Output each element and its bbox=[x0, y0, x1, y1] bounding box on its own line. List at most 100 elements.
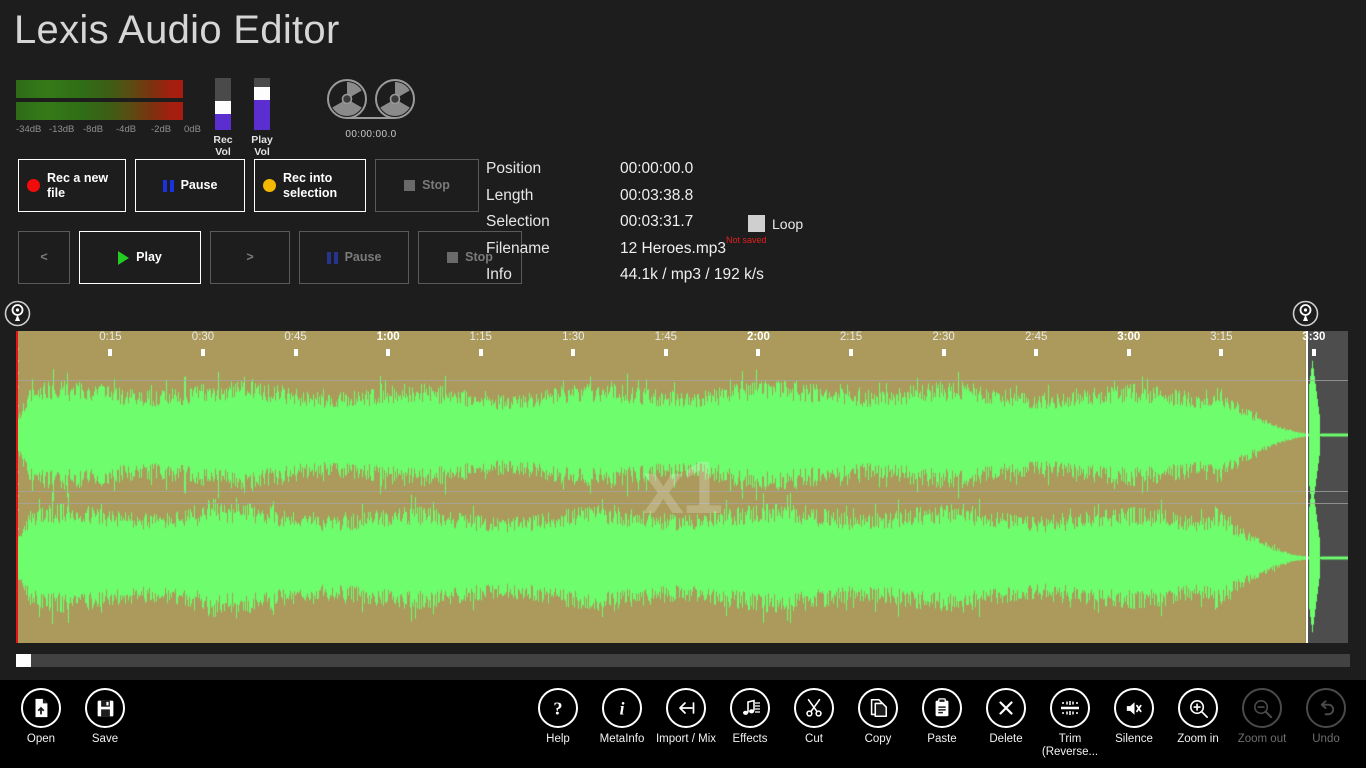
cut-button[interactable]: Cut bbox=[777, 688, 851, 746]
level-meter-bar-right bbox=[16, 102, 183, 120]
ruler-tick bbox=[201, 349, 205, 356]
ruler-tick bbox=[756, 349, 760, 356]
silence-button[interactable]: Silence bbox=[1097, 688, 1171, 746]
rec-new-file-button[interactable]: Rec a new file bbox=[18, 159, 126, 212]
ruler-tick bbox=[1127, 349, 1131, 356]
page-title: Lexis Audio Editor bbox=[14, 8, 340, 52]
zoom-in-button[interactable]: Zoom in bbox=[1161, 688, 1235, 746]
info-value: 00:00:00.0 bbox=[620, 160, 693, 178]
play-vol-fill bbox=[254, 100, 270, 130]
info-row: Position00:00:00.0 bbox=[486, 160, 764, 187]
open-button[interactable]: Open bbox=[4, 688, 78, 746]
ruler-label: 0:45 bbox=[284, 331, 306, 343]
rec-stop-button-label: Stop bbox=[422, 178, 450, 192]
ruler-tick bbox=[849, 349, 853, 356]
delete-button[interactable]: Delete bbox=[969, 688, 1043, 746]
play-pause-button[interactable]: Pause bbox=[299, 231, 409, 284]
open-button-label: Open bbox=[4, 733, 78, 746]
x-cross-icon bbox=[986, 688, 1026, 728]
tape-reels: 00:00:00.0 bbox=[325, 78, 417, 140]
play-vol-track[interactable] bbox=[254, 78, 270, 130]
time-ruler[interactable]: 0:150:300:451:001:151:301:452:002:152:30… bbox=[16, 331, 1348, 349]
info-row: Info44.1k / mp3 / 192 k/s bbox=[486, 266, 764, 293]
ruler-tick bbox=[386, 349, 390, 356]
rec-vol[interactable]: Rec Vol bbox=[212, 78, 234, 158]
ruler-tick bbox=[294, 349, 298, 356]
info-key: Filename bbox=[486, 240, 620, 258]
info-row: Filename12 Heroes.mp3Not saved bbox=[486, 240, 764, 267]
ruler-tick bbox=[479, 349, 483, 356]
info-key: Selection bbox=[486, 213, 620, 231]
loop-checkbox[interactable] bbox=[748, 215, 765, 232]
play-vol-thumb[interactable] bbox=[254, 87, 270, 100]
trim-bar-icon bbox=[1050, 688, 1090, 728]
svg-text:?: ? bbox=[553, 698, 562, 718]
question-mark-icon: ? bbox=[538, 688, 578, 728]
playhead-cursor[interactable] bbox=[16, 331, 18, 643]
ruler-label: 1:45 bbox=[655, 331, 677, 343]
ruler-tick bbox=[108, 349, 112, 356]
waveform-canvas[interactable]: x1 0:150:300:451:001:151:301:452:002:152… bbox=[16, 331, 1348, 643]
import-mix-button-label: Import / Mix bbox=[649, 733, 723, 746]
copy-button[interactable]: Copy bbox=[841, 688, 915, 746]
prev-button-label: < bbox=[40, 250, 47, 264]
play-triangle-icon bbox=[118, 251, 129, 265]
info-row: Selection00:03:31.7 bbox=[486, 213, 764, 240]
info-value: 00:03:38.8 bbox=[620, 187, 693, 205]
import-mix-button[interactable]: Import / Mix bbox=[649, 688, 723, 746]
play-button[interactable]: Play bbox=[79, 231, 201, 284]
rec-stop-button[interactable]: Stop bbox=[375, 159, 479, 212]
ruler-label: 2:00 bbox=[747, 331, 770, 343]
tape-reel-icon bbox=[325, 78, 417, 122]
zoom-out-button[interactable]: Zoom out bbox=[1225, 688, 1299, 746]
play-vol-label: Play Vol bbox=[251, 134, 273, 158]
ruler-tick bbox=[942, 349, 946, 356]
rec-vol-track[interactable] bbox=[215, 78, 231, 130]
info-row: Length00:03:38.8 bbox=[486, 187, 764, 214]
prev-button[interactable]: < bbox=[18, 231, 70, 284]
selection-end-cursor[interactable] bbox=[1306, 331, 1308, 643]
trim-button[interactable]: Trim(Reverse... bbox=[1033, 688, 1107, 759]
zoom-in-button-label: Zoom in bbox=[1161, 733, 1235, 746]
ruler-label: 1:00 bbox=[377, 331, 400, 343]
loop-toggle[interactable]: Loop bbox=[748, 215, 803, 232]
ruler-label: 0:15 bbox=[99, 331, 121, 343]
rec-into-selection-button[interactable]: Rec into selection bbox=[254, 159, 366, 212]
rec-vol-thumb[interactable] bbox=[215, 101, 231, 114]
meter-scale-label: -2dB bbox=[151, 124, 171, 135]
ruler-label: 2:30 bbox=[932, 331, 954, 343]
metainfo-button[interactable]: iMetaInfo bbox=[585, 688, 659, 746]
marker-end[interactable] bbox=[1292, 300, 1319, 327]
ruler-tick bbox=[571, 349, 575, 356]
next-button[interactable]: > bbox=[210, 231, 290, 284]
marker-start[interactable] bbox=[4, 300, 31, 327]
waveform-render bbox=[16, 331, 1348, 643]
volume-sliders: Rec Vol Play Vol bbox=[212, 78, 273, 158]
effects-button-label: Effects bbox=[713, 733, 787, 746]
rec-new-file-button-label: Rec a new file bbox=[47, 171, 117, 200]
save-button[interactable]: Save bbox=[68, 688, 142, 746]
play-vol[interactable]: Play Vol bbox=[251, 78, 273, 158]
ruler-label: 3:00 bbox=[1117, 331, 1140, 343]
undo-button[interactable]: Undo bbox=[1289, 688, 1363, 746]
bottom-app-bar: OpenSave ?HelpiMetaInfoImport / MixEffect… bbox=[0, 680, 1366, 768]
metainfo-button-label: MetaInfo bbox=[585, 733, 659, 746]
ruler-label: 0:30 bbox=[192, 331, 214, 343]
copy-button-label: Copy bbox=[841, 733, 915, 746]
trim-button-label2: (Reverse... bbox=[1033, 746, 1107, 759]
cut-button-label: Cut bbox=[777, 733, 851, 746]
help-button[interactable]: ?Help bbox=[521, 688, 595, 746]
scrollbar-thumb[interactable] bbox=[16, 654, 31, 667]
pause-bars-icon bbox=[327, 252, 338, 264]
meter-scale-label: -13dB bbox=[49, 124, 74, 135]
effects-button[interactable]: Effects bbox=[713, 688, 787, 746]
meter-scale-label: -4dB bbox=[116, 124, 136, 135]
channel1-zero-line bbox=[16, 380, 1348, 381]
playback-transport-row: <Play>PauseStop bbox=[18, 231, 522, 284]
rec-pause-button[interactable]: Pause bbox=[135, 159, 245, 212]
paste-button[interactable]: Paste bbox=[905, 688, 979, 746]
undo-button-label: Undo bbox=[1289, 733, 1363, 746]
horizontal-scrollbar[interactable] bbox=[16, 654, 1350, 667]
zoom-out-button-label: Zoom out bbox=[1225, 733, 1299, 746]
record-dot-icon bbox=[263, 179, 276, 192]
